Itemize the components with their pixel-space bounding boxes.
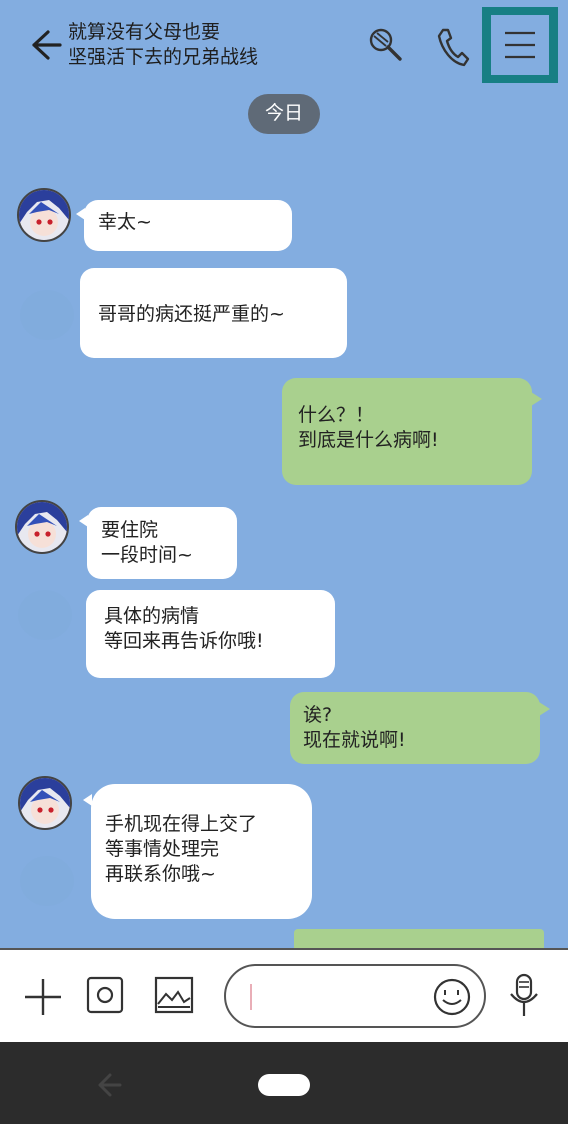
nav-home-icon[interactable] xyxy=(258,1074,310,1096)
chat-header: 就算没有父母也要 坚强活下去的兄弟战线 xyxy=(0,0,568,90)
message-text: 到底是什么病啊! xyxy=(298,429,439,451)
avatar-image xyxy=(20,778,70,828)
message-text: 哥哥的病还挺严重的~ xyxy=(98,303,285,325)
avatar-placeholder xyxy=(20,856,74,906)
message-bubble-incoming[interactable]: 哥哥的病还挺严重的~ xyxy=(80,268,347,358)
avatar-placeholder xyxy=(20,290,74,340)
menu-icon xyxy=(505,31,535,59)
message-bubble-incoming[interactable]: 幸太~ xyxy=(76,200,292,251)
message-bubble-incoming[interactable]: 要住院 一段时间~ xyxy=(79,507,237,579)
message-text: 诶? xyxy=(303,704,333,726)
system-nav-bar xyxy=(0,1042,568,1124)
message-bubble-incoming[interactable]: 手机现在得上交了 等事情处理完 再联系你哦~ xyxy=(83,784,312,919)
message-text: 等事情处理完 xyxy=(105,838,220,860)
message-text: 手机现在得上交了 xyxy=(105,813,258,835)
message-input[interactable] xyxy=(224,964,486,1028)
message-bubble-outgoing[interactable]: 诶? 现在就说啊! xyxy=(290,692,550,764)
chat-title-line2: 坚强活下去的兄弟战线 xyxy=(68,46,259,68)
message-text: 等回来再告诉你哦! xyxy=(104,630,264,652)
message-bubble-outgoing[interactable]: 什么？！ 到底是什么病啊! xyxy=(282,378,542,485)
camera-icon[interactable] xyxy=(86,976,124,1014)
message-text: 一段时间~ xyxy=(101,544,193,566)
chat-title-line1: 就算没有父母也要 xyxy=(68,21,221,43)
menu-button[interactable] xyxy=(482,7,558,83)
avatar-image xyxy=(19,190,69,240)
avatar-image xyxy=(17,502,67,552)
avatar-placeholder xyxy=(18,590,72,640)
nav-back-icon[interactable] xyxy=(96,1072,124,1098)
message-text: 具体的病情 xyxy=(104,605,200,627)
input-bar xyxy=(0,948,568,1044)
chat-title: 就算没有父母也要 坚强活下去的兄弟战线 xyxy=(68,20,258,70)
avatar[interactable] xyxy=(15,500,69,554)
avatar[interactable] xyxy=(18,776,72,830)
date-divider: 今日 xyxy=(248,94,320,134)
message-text: 幸太~ xyxy=(98,211,152,233)
message-bubble-incoming[interactable]: 具体的病情 等回来再告诉你哦! xyxy=(86,590,335,678)
message-text: 现在就说啊! xyxy=(303,729,406,751)
message-text: 再联系你哦~ xyxy=(105,863,216,885)
plus-icon[interactable] xyxy=(22,976,64,1018)
phone-icon[interactable] xyxy=(434,26,470,70)
back-arrow-icon[interactable] xyxy=(28,26,64,64)
emoji-icon[interactable] xyxy=(432,978,472,1016)
message-text: 要住院 xyxy=(101,519,159,541)
message-text: 什么？！ xyxy=(298,404,375,426)
avatar[interactable] xyxy=(17,188,71,242)
text-caret xyxy=(250,984,252,1010)
image-icon[interactable] xyxy=(154,976,194,1014)
search-icon[interactable] xyxy=(366,26,404,64)
microphone-icon[interactable] xyxy=(508,972,540,1020)
